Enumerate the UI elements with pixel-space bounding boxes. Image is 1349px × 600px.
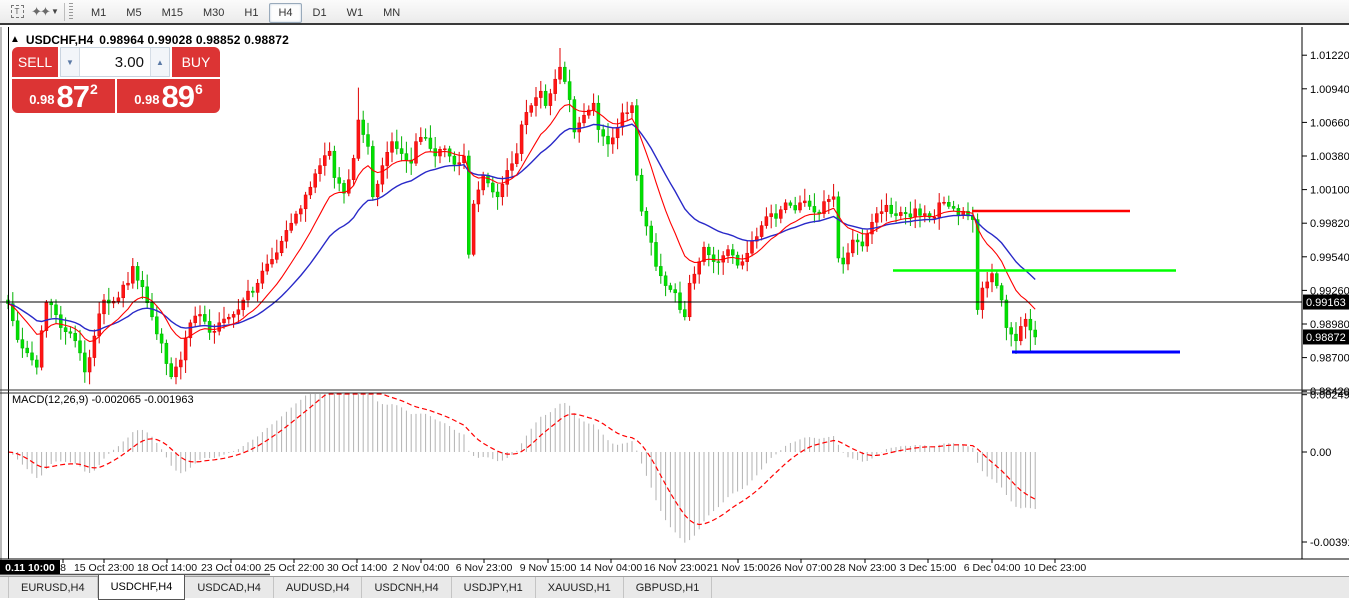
- chart-header: ▲ USDCHF,H4 0.98964 0.99028 0.98852 0.98…: [10, 33, 289, 47]
- macd-histogram: [12, 394, 1036, 543]
- timeframe-button-M5[interactable]: M5: [117, 3, 150, 23]
- time-axis: 8 15 Oct 23:00 18 Oct 14:00 23 Oct 04:00 25 …: [0, 559, 1086, 574]
- time-crosshair-tag-text: 0.11 10:00: [5, 562, 55, 574]
- macd-signal-line: [7, 393, 1036, 526]
- buy-price-button[interactable]: 0.98 89 6: [117, 79, 220, 113]
- time-axis-label: 3 Dec 15:00: [900, 562, 957, 574]
- price-tag: 0.98872: [1306, 332, 1346, 344]
- indicator-diamonds-icon: ✦✦: [31, 3, 51, 19]
- chart-tab-USDJPY-H1[interactable]: USDJPY,H1: [452, 577, 536, 598]
- timeframe-button-D1[interactable]: D1: [304, 3, 336, 23]
- chart-tab-XAUUSD-H1[interactable]: XAUUSD,H1: [536, 577, 624, 598]
- timeframe-button-M1[interactable]: M1: [82, 3, 115, 23]
- time-axis-label: 9 Nov 15:00: [520, 562, 577, 574]
- macd-name: MACD(12,26,9): [12, 394, 89, 406]
- macd-values: -0.002065 -0.001963: [91, 394, 194, 406]
- macd-signal-layer: [7, 393, 1036, 526]
- timeframe-button-M15[interactable]: M15: [153, 3, 192, 23]
- time-axis-label: 6 Dec 04:00: [964, 562, 1021, 574]
- buy-price-main: 89: [161, 79, 195, 114]
- price-axis-label: 0.98980: [1310, 319, 1349, 331]
- timeframe-button-W1[interactable]: W1: [338, 3, 373, 23]
- symbol-label: USDCHF,H4: [25, 33, 94, 47]
- time-axis-label: 15 Oct 23:00: [74, 562, 134, 574]
- dropdown-caret-icon: ▼: [50, 7, 59, 16]
- one-click-trading-panel: SELL ▼ ▲ BUY 0.98 87 2 0.98 89 6: [12, 47, 220, 113]
- time-axis-label: 14 Nov 04:00: [580, 562, 643, 574]
- price-axis-label: 1.00100: [1310, 185, 1349, 197]
- chart-tab-USDCNH-H4[interactable]: USDCNH,H4: [362, 577, 452, 598]
- chart-tab-EURUSD-H4[interactable]: EURUSD,H4: [8, 577, 98, 598]
- chart-tab-USDCHF-H4[interactable]: USDCHF,H4: [97, 573, 186, 600]
- time-axis-label: 25 Oct 22:00: [264, 562, 324, 574]
- buy-price-prefix: 0.98: [134, 92, 160, 107]
- time-axis-label: 18 Oct 14:00: [137, 562, 197, 574]
- chart-tab-USDCAD-H4[interactable]: USDCAD,H4: [185, 577, 274, 598]
- toolbar-separator: [64, 2, 65, 21]
- selection-box-icon[interactable]: T: [6, 2, 28, 22]
- one-click-panel-arrow-icon[interactable]: ▲: [10, 35, 20, 45]
- time-axis-label: 8: [60, 562, 66, 574]
- macd-axis: 0.002492 0.00 -0.003913: [1302, 390, 1349, 549]
- timeframe-buttons: M1 M5 M15 M30 H1 H4 D1 W1 MN: [81, 2, 410, 23]
- ohlc-values: 0.98964 0.99028 0.98852 0.98872: [99, 33, 289, 47]
- macd-axis-label: -0.003913: [1310, 537, 1349, 549]
- price-axis-label: 0.99820: [1310, 218, 1349, 230]
- volume-increase-button[interactable]: ▲: [150, 48, 169, 76]
- timeframe-button-MN[interactable]: MN: [374, 3, 409, 23]
- time-axis-label: 10 Dec 23:00: [1024, 562, 1087, 574]
- sell-price-button[interactable]: 0.98 87 2: [12, 79, 115, 113]
- timeframe-button-M30[interactable]: M30: [194, 3, 233, 23]
- macd-indicator-label: MACD(12,26,9) -0.002065 -0.001963: [12, 394, 194, 406]
- price-axis-label: 1.00660: [1310, 117, 1349, 129]
- mt4-terminal: { "toolbar": { "timeframes": ["M1","M5",…: [0, 0, 1349, 600]
- buy-button[interactable]: BUY: [172, 47, 220, 77]
- time-axis-label: 30 Oct 14:00: [327, 562, 387, 574]
- chart-tab-AUDUSD-H4[interactable]: AUDUSD,H4: [274, 577, 363, 598]
- time-axis-label: 6 Nov 23:00: [456, 562, 513, 574]
- buy-price-pip: 6: [195, 81, 203, 97]
- timeframe-button-H4[interactable]: H4: [269, 2, 302, 23]
- time-axis-label: 21 Nov 15:00: [707, 562, 770, 574]
- sell-price-main: 87: [56, 79, 90, 114]
- price-axis-label: 0.99540: [1310, 252, 1349, 264]
- volume-input[interactable]: [80, 48, 150, 76]
- volume-stepper: ▼ ▲: [60, 47, 170, 77]
- sell-button[interactable]: SELL: [12, 47, 58, 77]
- time-axis-label: 23 Oct 04:00: [201, 562, 261, 574]
- chart-tab-bar: EURUSD,H4 USDCHF,H4 USDCAD,H4 AUDUSD,H4 USDC…: [0, 573, 1349, 600]
- macd-axis-label: 0.00: [1310, 447, 1331, 459]
- indicators-icon[interactable]: ✦✦ ▼: [31, 2, 59, 22]
- price-axis: 1.01220 1.00940 1.00660 1.00380 1.00100 0.998…: [1302, 50, 1349, 398]
- price-axis-label: 1.01220: [1310, 50, 1349, 62]
- price-tag: 0.99163: [1306, 297, 1346, 309]
- time-axis-label: 26 Nov 07:00: [770, 562, 833, 574]
- macd-axis-label: 0.002492: [1310, 390, 1349, 402]
- volume-decrease-button[interactable]: ▼: [61, 48, 80, 76]
- chart-tab-GBPUSD-H1[interactable]: GBPUSD,H1: [624, 577, 713, 598]
- timeframe-button-H1[interactable]: H1: [235, 3, 267, 23]
- sell-price-prefix: 0.98: [29, 92, 55, 107]
- sell-price-pip: 2: [90, 81, 98, 97]
- price-axis-label: 0.98700: [1310, 353, 1349, 365]
- price-axis-label: 1.00380: [1310, 151, 1349, 163]
- price-axis-label: 1.00940: [1310, 84, 1349, 96]
- time-axis-label: 28 Nov 23:00: [834, 562, 897, 574]
- grip-handle[interactable]: [69, 2, 73, 21]
- time-axis-label: 2 Nov 04:00: [393, 562, 450, 574]
- toolbar: T ✦✦ ▼ M1 M5 M15 M30 H1 H4 D1 W1 MN: [0, 0, 1349, 25]
- time-axis-label: 16 Nov 23:00: [644, 562, 707, 574]
